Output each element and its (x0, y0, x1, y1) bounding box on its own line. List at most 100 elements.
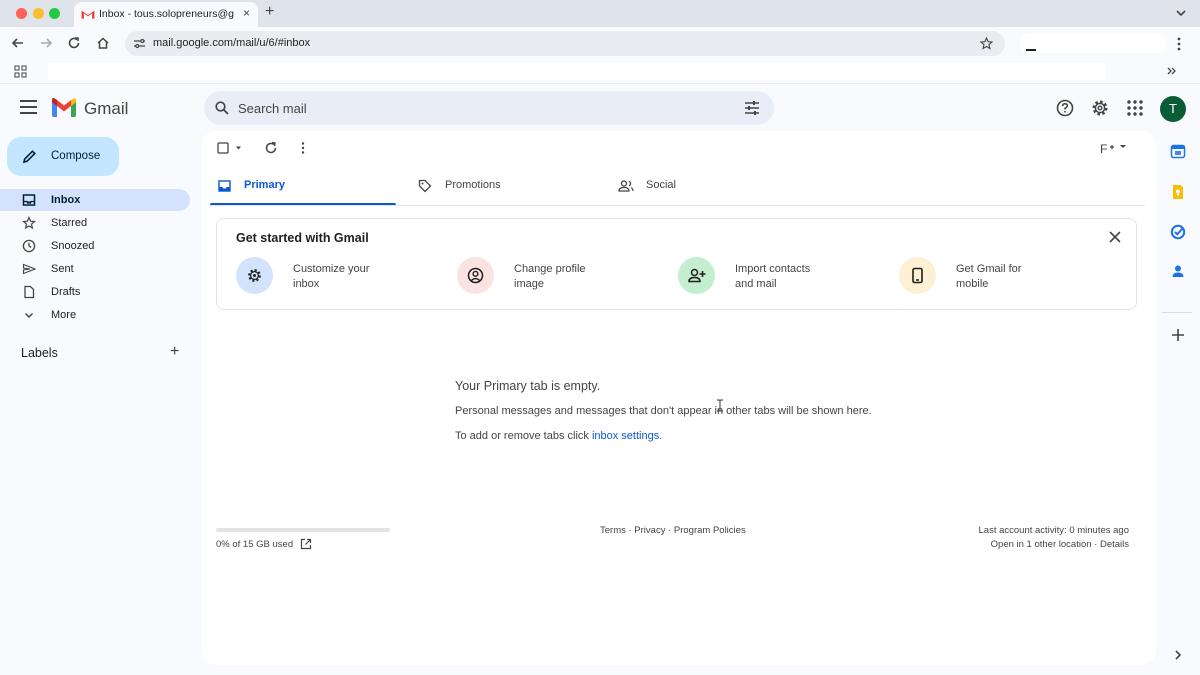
chevron-down-icon (25, 313, 33, 318)
window-zoom-button[interactable] (49, 8, 60, 19)
back-arrow-icon[interactable] (10, 35, 26, 51)
bookmark-star-icon[interactable] (980, 37, 993, 50)
change-profile-image-label[interactable]: Change profile image (514, 262, 634, 291)
star-icon (22, 216, 36, 230)
tab-close-icon[interactable]: × (243, 6, 250, 20)
browser-tab-title: Inbox - tous.solopreneurs@gm (99, 8, 234, 20)
phone-icon (912, 267, 923, 284)
feature-label-line: image (514, 277, 544, 290)
storage-usage-text: 0% of 15 GB used (216, 539, 294, 550)
other-location-details-link[interactable]: Open in 1 other location · Details (991, 539, 1129, 550)
change-profile-image-button[interactable] (457, 257, 494, 294)
tab-search-icon[interactable] (1173, 5, 1189, 21)
last-activity-text: Last account activity: 0 minutes ago (978, 525, 1130, 536)
sidebar-item-label: Sent (51, 263, 74, 275)
clock-icon (22, 239, 36, 253)
new-tab-button[interactable]: + (265, 4, 274, 20)
feature-label-line: Change profile (514, 263, 586, 275)
main-menu-icon[interactable] (20, 100, 37, 114)
tabs-divider (210, 205, 1145, 206)
compose-label: Compose (51, 150, 101, 162)
feature-label-line: Customize your (293, 263, 370, 275)
input-tools-dropdown-icon (1109, 145, 1126, 149)
sidebar-item-sent[interactable]: Sent (0, 258, 190, 280)
sidebar-item-label: Inbox (51, 194, 81, 206)
create-label-button[interactable]: + (170, 344, 179, 360)
import-contacts-label[interactable]: Import contacts and mail (735, 262, 855, 291)
get-gmail-mobile-label[interactable]: Get Gmail for mobile (956, 262, 1076, 291)
more-options-icon[interactable] (298, 141, 308, 155)
input-tools-button[interactable]: F (1100, 142, 1127, 156)
empty-state-settings-hint: To add or remove tabs click inbox settin… (455, 430, 662, 442)
empty-state-description: Personal messages and messages that don'… (455, 405, 872, 417)
google-apps-icon[interactable] (1125, 98, 1145, 118)
search-icon[interactable] (215, 101, 229, 115)
import-contacts-button[interactable] (678, 257, 715, 294)
sidebar-item-snoozed[interactable]: Snoozed (0, 235, 190, 257)
browser-tab[interactable]: Inbox - tous.solopreneurs@gm × (74, 2, 258, 27)
forward-arrow-icon[interactable] (38, 35, 54, 51)
window-minimize-button[interactable] (33, 8, 44, 19)
empty-state-title: Your Primary tab is empty. (455, 379, 601, 393)
feature-label-line: inbox (293, 277, 320, 290)
home-icon[interactable] (95, 35, 111, 51)
compose-button[interactable]: Compose (7, 137, 119, 176)
site-info-icon[interactable] (133, 37, 146, 50)
expand-side-panel-icon[interactable] (1170, 647, 1186, 663)
add-person-icon (688, 268, 706, 283)
side-rail-divider (1162, 312, 1192, 313)
account-avatar[interactable]: T (1160, 96, 1186, 122)
bookmark-strip (48, 63, 1106, 80)
open-external-icon[interactable] (300, 538, 312, 550)
inbox-settings-link[interactable]: inbox settings (592, 430, 659, 442)
add-addon-icon[interactable] (1170, 327, 1186, 343)
get-gmail-mobile-button[interactable] (899, 257, 936, 294)
gmail-favicon-icon (81, 10, 95, 19)
browser-menu-icon[interactable] (1174, 37, 1184, 51)
sidebar-item-label: Starred (51, 217, 88, 229)
sidebar-item-label: Drafts (51, 286, 81, 298)
sidebar-item-inbox[interactable]: Inbox (0, 189, 190, 211)
inbox-icon (218, 180, 231, 192)
tab-social[interactable]: Social (612, 173, 802, 206)
contacts-icon[interactable] (1170, 263, 1186, 279)
search-mail-bar[interactable]: Search mail (204, 91, 774, 125)
calendar-icon[interactable] (1170, 143, 1186, 159)
tab-promotions[interactable]: Promotions (410, 173, 600, 206)
search-input[interactable]: Search mail (238, 101, 307, 116)
inbox-icon (22, 194, 36, 206)
policies-links[interactable]: Terms · Privacy · Program Policies (600, 525, 746, 536)
help-icon[interactable] (1055, 98, 1075, 118)
tasks-icon[interactable] (1170, 224, 1186, 240)
refresh-icon[interactable] (264, 141, 278, 155)
settings-hint-suffix: . (659, 430, 663, 442)
settings-gear-icon[interactable] (1090, 98, 1110, 118)
customize-inbox-button[interactable] (236, 257, 273, 294)
gmail-wordmark: Gmail (84, 99, 129, 118)
feature-label-line: Get Gmail for (956, 263, 1022, 275)
tab-label: Social (646, 179, 676, 191)
reload-icon[interactable] (66, 35, 82, 51)
people-icon (618, 180, 634, 192)
profile-pill-mark (1026, 49, 1036, 51)
window-close-button[interactable] (16, 8, 27, 19)
tab-primary[interactable]: Primary (210, 173, 396, 206)
sidebar-item-starred[interactable]: Starred (0, 212, 190, 234)
customize-inbox-label[interactable]: Customize your inbox (293, 262, 413, 291)
close-icon[interactable] (1109, 231, 1121, 243)
search-options-icon[interactable] (744, 101, 760, 115)
profile-pill[interactable] (1020, 33, 1166, 53)
sidebar-item-drafts[interactable]: Drafts (0, 281, 190, 303)
feature-label-line: mobile (956, 277, 989, 290)
browser-tab-strip: Inbox - tous.solopreneurs@gm × + (0, 0, 1200, 27)
pencil-icon (22, 150, 36, 164)
more-bookmarks-icon[interactable] (1166, 65, 1178, 77)
sidebar-item-more[interactable]: More (0, 304, 190, 326)
select-checkbox-icon[interactable] (217, 142, 243, 154)
sidebar-item-label: More (51, 309, 77, 321)
input-tools-label: F (1100, 142, 1108, 156)
url-text: mail.google.com/mail/u/6/#inbox (153, 37, 311, 49)
address-bar[interactable]: mail.google.com/mail/u/6/#inbox (125, 31, 1005, 56)
keep-icon[interactable] (1170, 184, 1186, 200)
apps-grid-icon[interactable] (14, 65, 27, 78)
